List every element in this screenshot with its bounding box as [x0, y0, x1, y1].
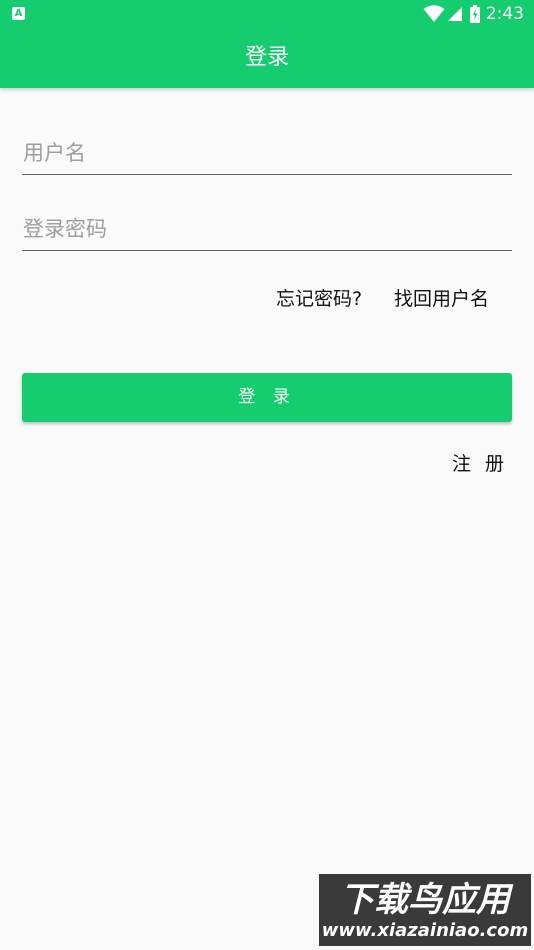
wifi-icon — [423, 5, 445, 23]
page-title: 登录 — [244, 45, 289, 70]
register-link[interactable]: 注 册 — [452, 449, 508, 476]
login-button[interactable]: 登 录 — [22, 373, 512, 422]
battery-icon — [469, 5, 480, 23]
watermark-logo: 下载鸟应用 www.xiazainiao.com — [319, 874, 531, 946]
status-bar: A 2:43 — [0, 0, 534, 28]
signal-icon — [447, 6, 463, 22]
notification-icon: A — [12, 7, 25, 20]
password-input[interactable] — [22, 207, 512, 251]
username-input[interactable] — [22, 131, 512, 175]
watermark-url: www.xiazainiao.com — [321, 920, 529, 941]
forgot-password-link[interactable]: 忘记密码? — [276, 284, 362, 311]
app-header: A 2:43 登录 — [0, 0, 534, 88]
status-icons: 2:43 — [423, 3, 524, 25]
status-time: 2:43 — [485, 4, 524, 24]
login-screen: A 2:43 登录 忘记密码? — [0, 0, 534, 950]
find-username-link[interactable]: 找回用户名 — [394, 284, 489, 311]
watermark-title: 下载鸟应用 — [340, 880, 510, 920]
